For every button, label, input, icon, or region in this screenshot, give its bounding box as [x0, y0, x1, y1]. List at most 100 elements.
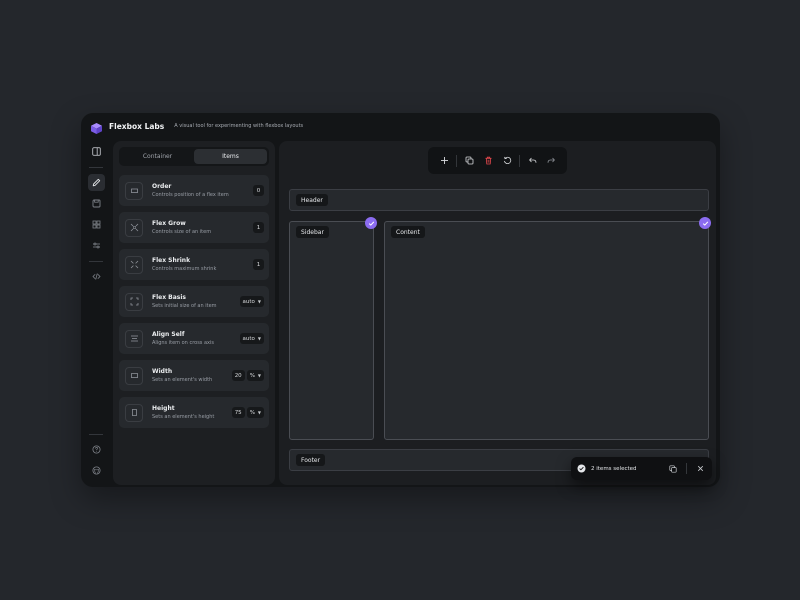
property-name: Flex Grow — [152, 220, 186, 227]
select-value: auto — [242, 335, 255, 342]
help-icon — [92, 445, 100, 454]
duplicate-button[interactable] — [462, 154, 476, 168]
rail-divider — [89, 261, 103, 262]
grid-button[interactable] — [88, 216, 105, 233]
icon-rail — [85, 143, 107, 483]
align-self-select[interactable]: auto ▼ — [239, 333, 264, 344]
delete-button[interactable] — [481, 154, 495, 168]
delete-icon — [485, 156, 491, 165]
property-description: Sets an element's width — [152, 377, 213, 383]
property-description: Controls maximum shrink — [152, 266, 217, 272]
property-align-self: Align Self Aligns item on cross axis aut… — [119, 323, 269, 354]
grow-icon — [125, 218, 143, 237]
grid-icon — [92, 220, 100, 229]
edit-button[interactable] — [87, 174, 105, 191]
property-order: Order Controls position of a flex item 0 — [119, 175, 269, 206]
property-flex-basis: Flex Basis Sets initial size of an item … — [119, 286, 269, 317]
github-icon — [92, 466, 100, 475]
panel-tabs: Container Items — [119, 147, 269, 166]
close-icon — [697, 465, 703, 472]
content-label: Content — [391, 226, 425, 238]
property-name: Height — [152, 405, 175, 412]
caret-down-icon: ▼ — [257, 410, 261, 415]
rail-bottom — [88, 431, 105, 483]
property-name: Align Self — [152, 331, 185, 338]
height-value-input[interactable]: 75 — [231, 407, 245, 418]
save-button[interactable] — [88, 195, 105, 212]
sidebar-block[interactable]: Sidebar — [289, 221, 374, 440]
github-button[interactable] — [88, 462, 105, 479]
tab-items[interactable]: Items — [194, 149, 267, 164]
panel-toggle-button[interactable] — [88, 143, 105, 160]
header-block[interactable]: Header — [289, 189, 709, 211]
tab-container[interactable]: Container — [121, 149, 194, 164]
app-window: Flexbox Labs A visual tool for experimen… — [81, 113, 720, 487]
content-block[interactable]: Content — [384, 221, 709, 440]
redo-icon — [547, 157, 555, 163]
property-name: Width — [152, 368, 173, 375]
app-title: Flexbox Labs — [109, 121, 165, 131]
property-description: Aligns item on cross axis — [152, 340, 215, 346]
property-name: Order — [152, 183, 172, 190]
caret-down-icon: ▼ — [257, 299, 261, 304]
selection-toast: 2 items selected — [571, 457, 712, 480]
property-width: Width Sets an element's width 20 % ▼ — [119, 360, 269, 391]
order-value-input[interactable]: 0 — [253, 185, 264, 196]
save-icon — [92, 199, 100, 208]
shrink-icon — [125, 255, 143, 274]
duplicate-icon — [465, 156, 473, 165]
basis-icon — [125, 292, 143, 311]
property-description: Sets an element's height — [152, 414, 215, 420]
dismiss-toast-button[interactable] — [694, 463, 706, 475]
settings-button[interactable] — [88, 237, 105, 254]
order-icon — [125, 181, 143, 200]
content-selected-check-icon[interactable] — [699, 217, 711, 229]
code-icon — [91, 273, 101, 280]
rail-divider — [89, 434, 103, 435]
header-label: Header — [296, 194, 328, 206]
help-button[interactable] — [88, 441, 105, 458]
reset-button[interactable] — [500, 154, 514, 168]
add-button[interactable] — [437, 154, 451, 168]
pencil-icon — [92, 178, 100, 187]
app-subtitle: A visual tool for experimenting with fle… — [174, 123, 304, 129]
flex-grow-value-input[interactable]: 1 — [253, 222, 264, 233]
panel-icon — [91, 147, 101, 156]
align-icon — [125, 329, 143, 348]
select-value: auto — [242, 298, 255, 305]
rail-divider — [89, 167, 103, 168]
width-icon — [125, 366, 143, 385]
toast-message: 2 items selected — [591, 465, 637, 472]
layout-canvas: Header Sidebar Content Footer — [279, 141, 716, 485]
property-description: Controls position of a flex item — [152, 192, 229, 198]
property-name: Flex Shrink — [152, 257, 191, 264]
flex-shrink-value-input[interactable]: 1 — [253, 259, 264, 270]
width-unit-select[interactable]: % ▼ — [246, 370, 264, 381]
sidebar-selected-check-icon[interactable] — [365, 217, 377, 229]
flex-basis-select[interactable]: auto ▼ — [239, 296, 264, 307]
unit-value: % — [249, 409, 255, 416]
cube-logo-icon — [90, 120, 103, 134]
code-button[interactable] — [88, 268, 105, 285]
property-name: Flex Basis — [152, 294, 187, 301]
footer-label: Footer — [296, 454, 326, 466]
caret-down-icon: ▼ — [257, 336, 261, 341]
undo-button[interactable] — [525, 154, 539, 168]
group-icon — [669, 464, 677, 473]
redo-button[interactable] — [544, 154, 558, 168]
unit-value: % — [249, 372, 255, 379]
height-icon — [125, 403, 143, 422]
property-description: Controls size of an item — [152, 229, 212, 235]
property-description: Sets initial size of an item — [152, 303, 217, 309]
toolbar-divider — [519, 154, 520, 167]
toolbar-divider — [456, 154, 457, 167]
check-circle-icon — [577, 464, 586, 473]
group-selection-button[interactable] — [667, 463, 679, 475]
title-bar: Flexbox Labs A visual tool for experimen… — [81, 113, 720, 139]
height-unit-select[interactable]: % ▼ — [246, 407, 264, 418]
sliders-icon — [92, 242, 100, 249]
sidebar-label: Sidebar — [296, 226, 329, 238]
property-flex-grow: Flex Grow Controls size of an item 1 — [119, 212, 269, 243]
width-value-input[interactable]: 20 — [231, 370, 245, 381]
canvas-toolbar — [428, 147, 567, 174]
